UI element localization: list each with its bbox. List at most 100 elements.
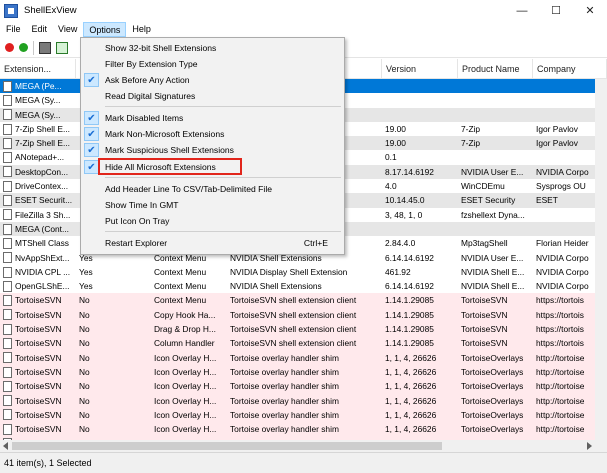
cell-description: TortoiseSVN shell extension client: [230, 324, 357, 335]
window-controls: — ☐ ✕: [505, 0, 607, 21]
vertical-scrollbar[interactable]: [595, 79, 607, 452]
file-icon: [3, 123, 12, 135]
options-menu-item[interactable]: Add Header Line To CSV/Tab-Delimited Fil…: [81, 181, 344, 197]
cell-description: Tortoise overlay handler shim: [230, 424, 339, 435]
cell-disabled: No: [79, 381, 90, 392]
file-icon: [3, 166, 12, 178]
column-header-company[interactable]: Company: [533, 59, 607, 78]
options-menu-label: Read Digital Signatures: [105, 91, 196, 101]
column-header-extension[interactable]: Extension...: [0, 59, 76, 78]
cell-product: NVIDIA User E...: [461, 166, 524, 177]
cell-version: 10.14.45.0: [385, 195, 425, 206]
table-row[interactable]: TortoiseSVN No Copy Hook Ha... TortoiseSVN …: [0, 307, 607, 323]
scroll-left-icon[interactable]: [3, 442, 8, 450]
file-icon: [3, 352, 12, 364]
cell-version: 19.00: [385, 138, 406, 149]
extension-name: TortoiseSVN: [15, 366, 62, 377]
cell-type: Context Menu: [154, 281, 207, 292]
options-menu-item[interactable]: ✔ Ask Before Any Action: [81, 72, 344, 88]
table-row[interactable]: TortoiseSVN No Icon Overlay H... Tortoise o…: [0, 393, 607, 408]
options-menu-item[interactable]: Read Digital Signatures: [81, 88, 344, 104]
table-row[interactable]: TortoiseSVN No Icon Overlay H... Tortoise o…: [0, 379, 607, 394]
cell-description: Tortoise overlay handler shim: [230, 366, 339, 377]
cell-product: TortoiseSVN: [461, 324, 508, 335]
cell-version: 6.14.14.6192: [385, 281, 434, 292]
cell-product: NVIDIA Shell E...: [461, 266, 525, 277]
disable-icon[interactable]: [5, 43, 14, 52]
menu-separator: [105, 106, 341, 107]
options-menu-item[interactable]: ✔ Mark Suspicious Shell Extensions: [81, 142, 344, 158]
extension-name: TortoiseSVN: [15, 295, 62, 306]
table-row[interactable]: TortoiseSVN No Column Handler TortoiseSVN s…: [0, 336, 607, 351]
save-icon[interactable]: [39, 41, 51, 54]
cell-version: 1, 1, 4, 26626: [385, 395, 437, 406]
options-menu-item[interactable]: Put Icon On Tray: [81, 213, 344, 229]
options-menu-label: Mark Non-Microsoft Extensions: [105, 129, 225, 139]
menu-help[interactable]: Help: [127, 22, 156, 37]
file-icon: [3, 237, 12, 249]
menu-edit[interactable]: Edit: [27, 22, 53, 37]
file-icon: [3, 252, 12, 264]
horizontal-scrollbar[interactable]: [0, 440, 595, 452]
close-button[interactable]: ✕: [573, 0, 607, 21]
cell-version: 1, 1, 4, 26626: [385, 366, 437, 377]
cell-product: ESET Security: [461, 195, 516, 206]
table-row[interactable]: TortoiseSVN No Icon Overlay H... Tortoise o…: [0, 350, 607, 365]
cell-disabled: No: [79, 409, 90, 420]
menu-options[interactable]: Options: [83, 22, 127, 37]
options-menu-item[interactable]: ✔ Mark Disabled Items: [81, 110, 344, 126]
file-icon: [3, 295, 12, 307]
cell-extension: TortoiseSVN: [0, 379, 76, 393]
file-icon: [3, 223, 12, 235]
cell-type: Icon Overlay H...: [154, 424, 217, 435]
cell-version: 1.14.1.29085: [385, 338, 434, 349]
extension-name: FileZilla 3 Sh...: [15, 209, 71, 220]
options-menu-label: Show 32-bit Shell Extensions: [105, 43, 217, 53]
cell-version: 1.14.1.29085: [385, 295, 434, 306]
maximize-button[interactable]: ☐: [539, 0, 573, 21]
column-header-version[interactable]: Version: [382, 59, 458, 78]
table-row[interactable]: TortoiseSVN No Context Menu TortoiseSVN she…: [0, 293, 607, 308]
cell-version: [382, 79, 458, 93]
extension-name: 7-Zip Shell E...: [15, 138, 70, 149]
highlight-annotation: [98, 158, 242, 175]
table-row[interactable]: TortoiseSVN No Icon Overlay H... Tortoise o…: [0, 407, 607, 423]
file-icon: [3, 152, 12, 164]
cell-disabled: No: [79, 309, 90, 320]
options-menu-item[interactable]: Show 32-bit Shell Extensions: [81, 40, 344, 56]
file-icon: [3, 280, 12, 292]
file-icon: [3, 195, 12, 207]
toolbar-separator: [33, 40, 34, 55]
options-menu-label: Mark Disabled Items: [105, 113, 184, 123]
menu-file[interactable]: File: [1, 22, 26, 37]
minimize-button[interactable]: —: [505, 0, 539, 21]
extension-name: MTShell Class: [15, 238, 69, 249]
table-row[interactable]: NVIDIA CPL ... Yes Context Menu NVIDIA Disp…: [0, 264, 607, 280]
options-menu-item[interactable]: Filter By Extension Type: [81, 56, 344, 72]
cell-product: NVIDIA User E...: [461, 252, 524, 263]
options-menu-item[interactable]: Restart Explorer Ctrl+E: [81, 235, 344, 251]
cell-product: 7-Zip: [461, 138, 481, 149]
enable-icon[interactable]: [19, 43, 28, 52]
scroll-thumb[interactable]: [12, 442, 442, 450]
options-menu-item[interactable]: Show Time In GMT: [81, 197, 344, 213]
table-row[interactable]: TortoiseSVN No Drag & Drop H... TortoiseSVN…: [0, 322, 607, 337]
column-header-product[interactable]: Product Name: [458, 59, 533, 78]
cell-extension: 7-Zip Shell E...: [0, 122, 76, 136]
options-menu-label: Put Icon On Tray: [105, 216, 170, 226]
cell-description: Tortoise overlay handler shim: [230, 409, 339, 420]
options-menu-label: Ask Before Any Action: [105, 75, 190, 85]
scroll-right-icon[interactable]: [587, 442, 592, 450]
cell-product: TortoiseSVN: [461, 338, 508, 349]
table-row[interactable]: TortoiseSVN No Icon Overlay H... Tortoise o…: [0, 422, 607, 437]
cell-extension: TortoiseSVN: [0, 322, 76, 336]
table-row[interactable]: OpenGLShE... Yes Context Menu NVIDIA Shell …: [0, 279, 607, 294]
options-menu-item[interactable]: ✔ Mark Non-Microsoft Extensions: [81, 126, 344, 142]
copy-icon[interactable]: [56, 41, 68, 54]
cell-version: [382, 108, 458, 122]
menu-view[interactable]: View: [53, 22, 82, 37]
cell-disabled: Yes: [79, 281, 93, 292]
file-icon: [3, 366, 12, 378]
table-row[interactable]: TortoiseSVN No Icon Overlay H... Tortoise o…: [0, 364, 607, 380]
cell-disabled: No: [79, 338, 90, 349]
